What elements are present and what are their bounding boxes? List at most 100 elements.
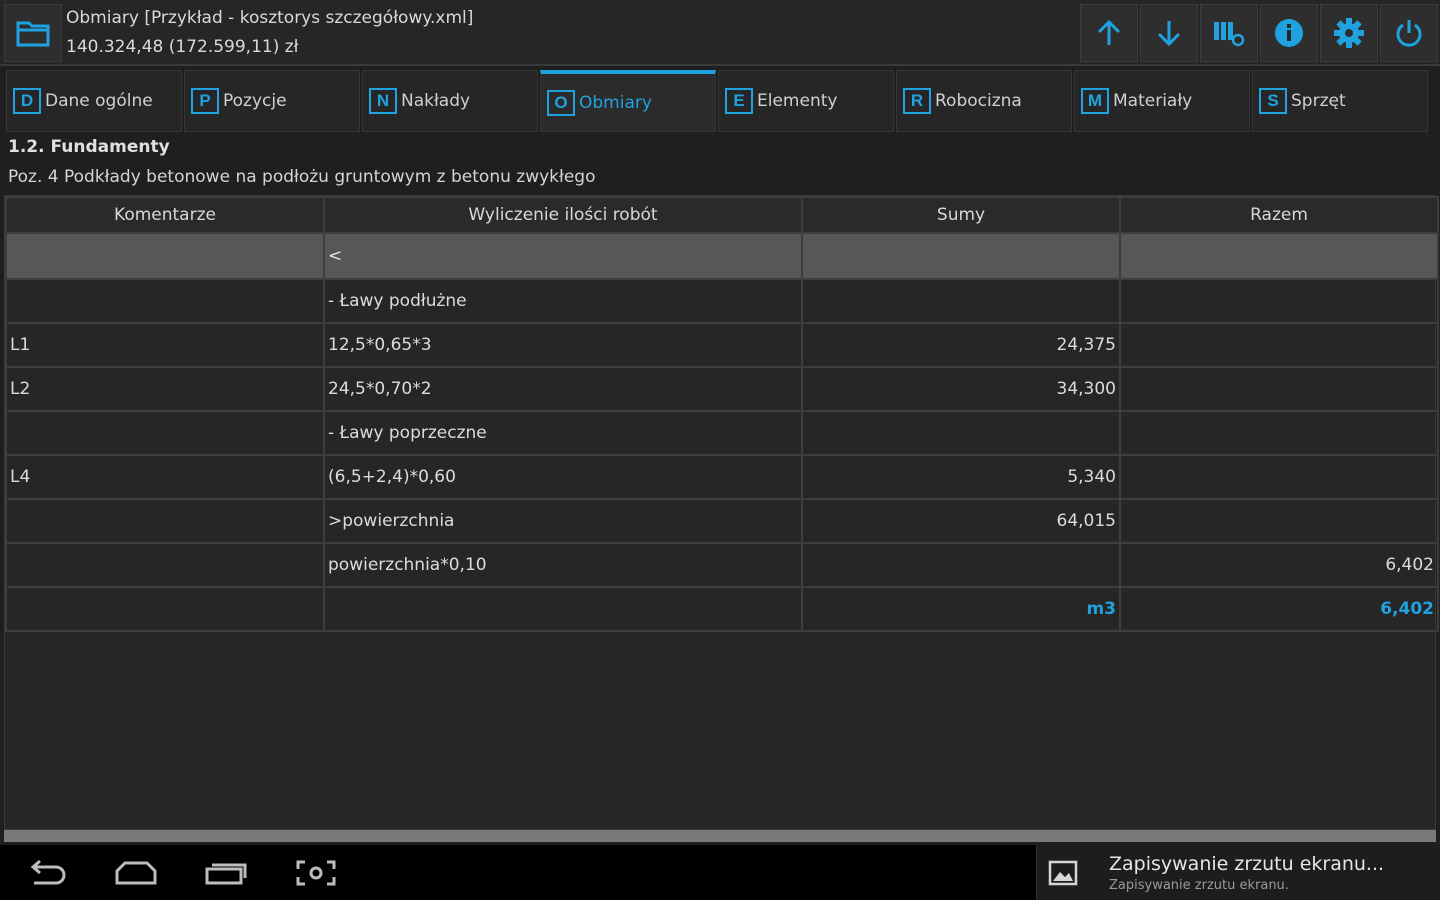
tab-label: Sprzęt <box>1291 91 1346 111</box>
column-header-calculation[interactable]: Wyliczenie ilości robót <box>323 196 803 234</box>
total-cell[interactable] <box>1119 498 1439 544</box>
back-button[interactable] <box>16 853 76 893</box>
tab-key-badge: N <box>369 88 397 114</box>
tab-robocizna[interactable]: R Robocizna <box>896 70 1072 132</box>
tab-label: Elementy <box>757 91 838 111</box>
open-file-button[interactable] <box>4 4 62 62</box>
table-cell[interactable] <box>5 232 325 280</box>
total-cell[interactable] <box>1119 366 1439 412</box>
comment-cell[interactable] <box>5 498 325 544</box>
power-button[interactable] <box>1380 4 1438 62</box>
table-row[interactable]: L1 12,5*0,65*3 24,375 <box>5 322 1439 368</box>
power-icon <box>1396 20 1422 47</box>
tab-label: Obmiary <box>579 92 652 113</box>
screenshot-notification[interactable]: Zapisywanie zrzutu ekranu... Zapisywanie… <box>1036 845 1440 900</box>
comment-cell[interactable]: L1 <box>5 322 325 368</box>
tab-key-badge: P <box>191 88 219 114</box>
calculation-cell[interactable]: 24,5*0,70*2 <box>323 366 803 412</box>
toolbar <box>1080 4 1438 62</box>
table-header-row: Komentarze Wyliczenie ilości robót Sumy … <box>5 196 1439 234</box>
column-header-total[interactable]: Razem <box>1119 196 1439 234</box>
back-row[interactable]: < <box>5 232 1439 280</box>
tab-key-badge: D <box>13 88 41 114</box>
total-cell[interactable] <box>1119 322 1439 368</box>
total-cell[interactable] <box>1119 454 1439 500</box>
sum-cell[interactable] <box>801 278 1121 324</box>
column-header-comments[interactable]: Komentarze <box>5 196 325 234</box>
move-down-button[interactable] <box>1140 4 1198 62</box>
info-button[interactable] <box>1260 4 1318 62</box>
back-icon <box>30 859 66 885</box>
back-arrow-cell[interactable]: < <box>323 232 803 280</box>
calculation-cell[interactable]: >powierzchnia <box>323 498 803 544</box>
folder-icon <box>16 21 50 47</box>
screenshot-icon <box>296 860 336 886</box>
horizontal-scrollbar[interactable] <box>4 830 1436 842</box>
tab-key-badge: E <box>725 88 753 114</box>
table-cell[interactable] <box>1119 232 1439 280</box>
table-cell[interactable] <box>801 232 1121 280</box>
sum-cell[interactable]: 5,340 <box>801 454 1121 500</box>
comment-cell[interactable]: L4 <box>5 454 325 500</box>
tab-key-badge: O <box>547 89 575 116</box>
calculation-cell[interactable]: - Ławy podłużne <box>323 278 803 324</box>
title-block: Obmiary [Przykład - kosztorys szczegółow… <box>66 4 1076 62</box>
settings-button[interactable] <box>1320 4 1378 62</box>
table-row[interactable]: - Ławy poprzeczne <box>5 410 1439 456</box>
total-cell[interactable] <box>1119 278 1439 324</box>
table-row[interactable]: >powierzchnia 64,015 <box>5 498 1439 544</box>
home-icon <box>115 861 157 885</box>
cost-total: 140.324,48 (172.599,11) zł <box>66 37 299 57</box>
table-row[interactable]: - Ławy podłużne <box>5 278 1439 324</box>
tab-naklady[interactable]: N Nakłady <box>362 70 538 132</box>
tab-obmiary[interactable]: O Obmiary <box>540 70 716 132</box>
calculation-cell[interactable]: 12,5*0,65*3 <box>323 322 803 368</box>
arrow-up-icon <box>1097 19 1121 45</box>
calculation-cell[interactable]: - Ławy poprzeczne <box>323 410 803 456</box>
comment-cell[interactable] <box>5 542 325 588</box>
total-cell[interactable]: 6,402 <box>1119 542 1439 588</box>
sum-cell[interactable]: 24,375 <box>801 322 1121 368</box>
comment-cell[interactable] <box>5 278 325 324</box>
column-header-sums[interactable]: Sumy <box>801 196 1121 234</box>
tab-label: Materiały <box>1113 91 1193 111</box>
total-cell[interactable] <box>1119 410 1439 456</box>
tab-materialy[interactable]: M Materiały <box>1074 70 1250 132</box>
move-up-button[interactable] <box>1080 4 1138 62</box>
catalog-settings-button[interactable] <box>1200 4 1258 62</box>
comment-cell[interactable] <box>5 410 325 456</box>
comment-cell[interactable] <box>5 586 325 632</box>
tab-key-badge: M <box>1081 88 1109 114</box>
table-row[interactable]: L2 24,5*0,70*2 34,300 <box>5 366 1439 412</box>
app-window: Obmiary [Przykład - kosztorys szczegółow… <box>0 0 1440 900</box>
recent-apps-button[interactable] <box>196 853 256 893</box>
comment-cell[interactable]: L2 <box>5 366 325 412</box>
screenshot-button[interactable] <box>286 853 346 893</box>
calculation-cell[interactable]: powierzchnia*0,10 <box>323 542 803 588</box>
summary-row[interactable]: m3 6,402 <box>5 586 1439 632</box>
tab-dane-ogolne[interactable]: D Dane ogólne <box>6 70 182 132</box>
tab-pozycje[interactable]: P Pozycje <box>184 70 360 132</box>
tab-elementy[interactable]: E Elementy <box>718 70 894 132</box>
system-navigation-bar: Zapisywanie zrzutu ekranu... Zapisywanie… <box>0 845 1440 900</box>
home-button[interactable] <box>106 853 166 893</box>
measurements-grid: Komentarze Wyliczenie ilości robót Sumy … <box>4 195 1439 830</box>
calculation-cell[interactable]: (6,5+2,4)*0,60 <box>323 454 803 500</box>
tab-label: Nakłady <box>401 91 471 111</box>
unit-cell[interactable]: m3 <box>801 586 1121 632</box>
calculation-cell[interactable] <box>323 586 803 632</box>
section-title: 1.2. Fundamenty <box>8 137 170 157</box>
sum-cell[interactable]: 34,300 <box>801 366 1121 412</box>
sum-cell[interactable] <box>801 542 1121 588</box>
columns-settings-icon <box>1214 22 1245 47</box>
tab-sprzet[interactable]: S Sprzęt <box>1252 70 1428 132</box>
table-row[interactable]: powierzchnia*0,10 6,402 <box>5 542 1439 588</box>
tab-bar: D Dane ogólne P Pozycje N Nakłady O Obmi… <box>6 70 1434 132</box>
table-row[interactable]: L4 (6,5+2,4)*0,60 5,340 <box>5 454 1439 500</box>
notification-subtitle: Zapisywanie zrzutu ekranu. <box>1109 878 1289 893</box>
recent-apps-icon <box>205 863 247 885</box>
sum-cell[interactable] <box>801 410 1121 456</box>
sum-cell[interactable]: 64,015 <box>801 498 1121 544</box>
grand-total-cell[interactable]: 6,402 <box>1119 586 1439 632</box>
tab-key-badge: R <box>903 88 931 114</box>
